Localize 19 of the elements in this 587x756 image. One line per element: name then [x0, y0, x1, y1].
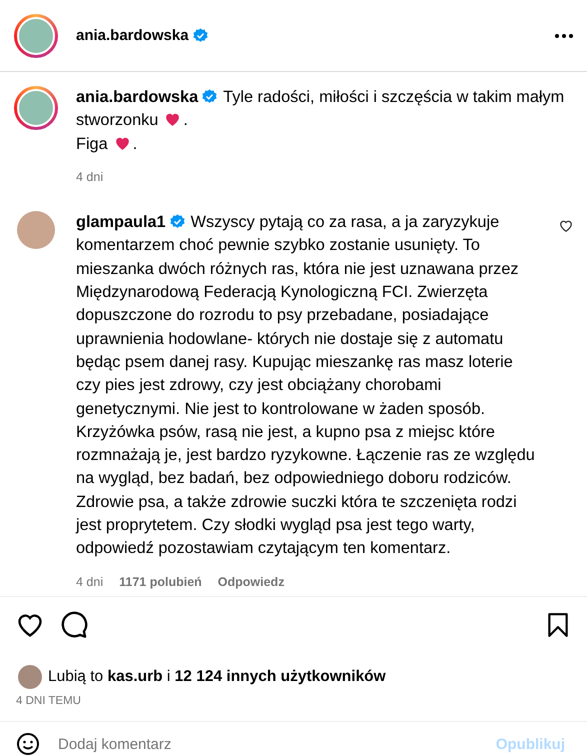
profile-avatar[interactable] [14, 14, 58, 58]
post-time: 4 dni [76, 168, 104, 186]
caption-text: ania.bardowska Tyle radości, miłości i szczęścia w takim małym stworzonku . Figa . [76, 87, 566, 155]
comment-text: glampaula1 Wszyscy pytają co za rasa, a ja zaryzykuje komentarzem choć pewnie szybko zostanie usunięty. To mieszanka dwóch różnych ras, która nie jest uznawana przez Międzynarodową Federacją Kynologiczną FCI. Zwierzęta dopuszczone do rozrodu to psy przebadane, posiadające uprawnienia hodowlane- których nie dostaje się z automatu będąc psem danej rasy. Kupując mieszankę ras masz loterie czy pies jest zdrowy, czy jest obciążany chorobami genetycznymi. Nie jest to kontrolowane w żaden sposób. Krzyżówka psów, rasą nie jest, a kupno psa z miejsc które rozmnażają je, jest bardzo ryzykowne. Łączenie ras ze względu na wygląd, bez badań, bez odpowiedniego doboru rodziców. Zdrowie psa, a także zdrowie suczki która te szczenięta rodzi jest proprytetem. Czy słodki wygląd psa jest tego warty, odpowiedź pozostawiam czytającym ten komentarz. [76, 212, 536, 560]
username[interactable]: glampaula1 [76, 213, 166, 232]
profile-avatar[interactable] [14, 86, 58, 130]
comment-icon[interactable] [60, 611, 88, 639]
username[interactable]: ania.bardowska [76, 27, 189, 44]
more-options-icon[interactable] [555, 34, 573, 38]
reply-link[interactable]: Odpowiedz [218, 570, 284, 594]
heart-emoji-icon [164, 111, 182, 128]
emoji-icon[interactable] [16, 732, 40, 756]
post-date: 4 DNI TEMU [15, 694, 82, 709]
likes-summary[interactable]: Lubią to kas.urb i 12 124 innych użytkowników [48, 668, 386, 686]
liker-avatar[interactable] [18, 665, 42, 689]
username[interactable]: ania.bardowska [76, 88, 198, 106]
likes-count[interactable]: 1171 polubień [119, 570, 202, 594]
like-icon[interactable] [559, 219, 573, 234]
comment-time: 4 dni [76, 574, 104, 591]
